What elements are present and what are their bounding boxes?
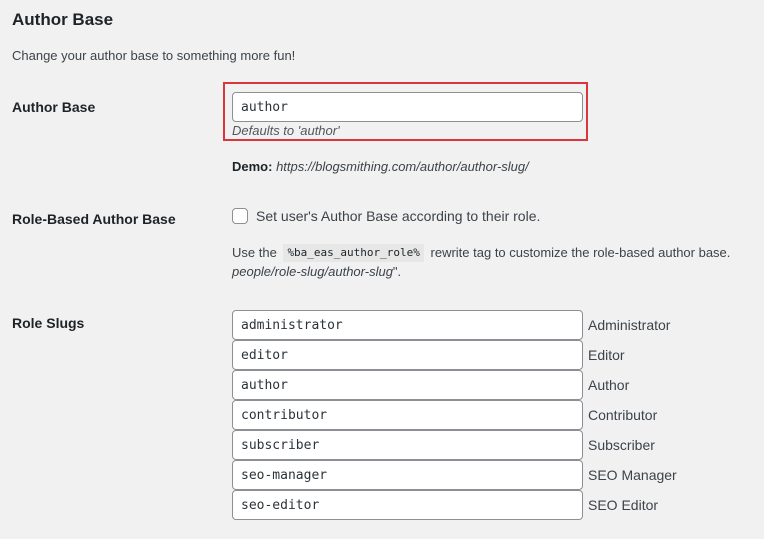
role-slug-row-author: Author (232, 370, 732, 400)
help-line-2-suffix: ". (392, 264, 402, 279)
role-name: Contributor (588, 407, 658, 423)
role-based-checkbox[interactable] (232, 208, 248, 224)
role-slug-input[interactable] (232, 430, 583, 460)
demo-url: https://blogsmithing.com/author/author-s… (276, 159, 529, 174)
role-slug-row-seo-editor: SEO Editor (232, 490, 732, 520)
role-slug-input[interactable] (232, 400, 583, 430)
help-prefix: Use the (232, 245, 277, 260)
role-slug-input[interactable] (232, 370, 583, 400)
role-slugs-label: Role Slugs (12, 315, 85, 331)
role-slug-input[interactable] (232, 490, 583, 520)
role-slug-row-administrator: Administrator (232, 310, 732, 340)
author-base-default-hint: Defaults to 'author' (232, 123, 340, 138)
role-name: SEO Manager (588, 467, 677, 483)
role-slug-row-subscriber: Subscriber (232, 430, 732, 460)
author-base-input[interactable] (232, 92, 583, 122)
role-slug-row-editor: Editor (232, 340, 732, 370)
role-slug-input[interactable] (232, 310, 583, 340)
role-slug-row-contributor: Contributor (232, 400, 732, 430)
author-base-demo: Demo: https://blogsmithing.com/author/au… (232, 159, 529, 174)
role-based-checkbox-row[interactable]: Set user's Author Base according to thei… (232, 208, 540, 224)
settings-page: Author Base Change your author base to s… (0, 0, 764, 539)
author-base-label: Author Base (12, 99, 96, 115)
role-slug-input[interactable] (232, 340, 583, 370)
role-based-help-line-1: Use the %ba_eas_author_role% rewrite tag… (232, 244, 730, 262)
role-based-checkbox-label: Set user's Author Base according to thei… (256, 208, 541, 224)
section-title: Author Base (12, 10, 114, 29)
role-name: Administrator (588, 317, 671, 333)
demo-label: Demo: (232, 159, 273, 174)
section-description: Change your author base to something mor… (12, 48, 296, 63)
role-based-author-base-label: Role-Based Author Base (12, 211, 176, 227)
role-name: Author (588, 377, 630, 393)
rewrite-tag-code: %ba_eas_author_role% (283, 244, 424, 262)
help-line-2-path: people/role-slug/author-slug (232, 264, 393, 279)
role-name: SEO Editor (588, 497, 659, 513)
role-name: Subscriber (588, 437, 655, 453)
role-based-help-line-2: people/role-slug/author-slug". (232, 264, 401, 279)
role-slug-row-seo-manager: SEO Manager (232, 460, 732, 490)
help-suffix: rewrite tag to customize the role-based … (430, 245, 731, 260)
role-name: Editor (588, 347, 625, 363)
role-slug-input[interactable] (232, 460, 583, 490)
